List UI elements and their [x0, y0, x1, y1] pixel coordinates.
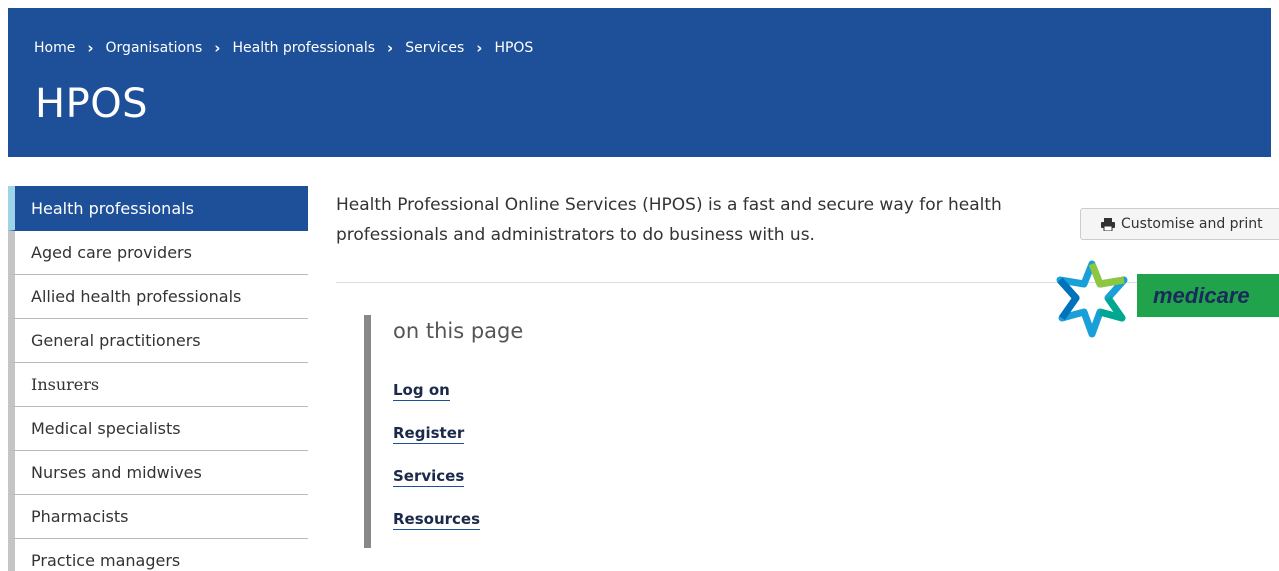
breadcrumb-organisations[interactable]: Organisations	[106, 40, 203, 56]
medicare-logo: medicare	[1050, 258, 1279, 338]
chevron-right-icon: ›	[214, 38, 221, 57]
sidebar-item-health-professionals[interactable]: Health professionals	[8, 186, 308, 231]
sidebar-item-general-practitioners[interactable]: General practitioners	[8, 319, 308, 363]
breadcrumb-health-professionals[interactable]: Health professionals	[232, 40, 375, 56]
medicare-wordmark-text: medicare	[1153, 282, 1250, 308]
page-header: Home › Organisations › Health profession…	[8, 8, 1271, 157]
sidebar-item-allied-health-professionals[interactable]: Allied health professionals	[8, 275, 308, 319]
page-title: HPOS	[35, 81, 149, 127]
customise-and-print-label: Customise and print	[1121, 216, 1263, 232]
sidebar-nav: Health professionals Aged care providers…	[8, 186, 308, 571]
breadcrumb: Home › Organisations › Health profession…	[34, 40, 533, 56]
register-link[interactable]: Register	[393, 424, 465, 444]
breadcrumb-services[interactable]: Services	[405, 40, 464, 56]
intro-text: Health Professional Online Services (HPO…	[336, 195, 1002, 245]
breadcrumb-hpos[interactable]: HPOS	[494, 40, 533, 56]
customise-and-print-button[interactable]: Customise and print	[1080, 208, 1279, 240]
sidebar-item-medical-specialists[interactable]: Medical specialists	[8, 407, 308, 451]
chevron-right-icon: ›	[87, 38, 94, 57]
sidebar-item-nurses-and-midwives[interactable]: Nurses and midwives	[8, 451, 308, 495]
on-this-page-heading: on this page	[393, 319, 524, 343]
sidebar-item-practice-managers[interactable]: Practice managers	[8, 539, 308, 571]
chevron-right-icon: ›	[387, 38, 394, 57]
resources-link[interactable]: Resources	[393, 510, 481, 530]
sidebar-item-insurers[interactable]: Insurers	[8, 363, 308, 407]
sidebar-item-pharmacists[interactable]: Pharmacists	[8, 495, 308, 539]
on-this-page: on this page Log on Register Services Re…	[364, 315, 764, 548]
services-link[interactable]: Services	[393, 467, 465, 487]
breadcrumb-home[interactable]: Home	[34, 40, 75, 56]
printer-icon	[1101, 217, 1115, 231]
sidebar-item-aged-care-providers[interactable]: Aged care providers	[8, 231, 308, 275]
medicare-star-icon	[1056, 260, 1128, 338]
page: Home › Organisations › Health profession…	[0, 0, 1279, 571]
medicare-wordmark: medicare	[1137, 274, 1279, 317]
log-on-link[interactable]: Log on	[393, 381, 450, 401]
chevron-right-icon: ›	[476, 38, 483, 57]
